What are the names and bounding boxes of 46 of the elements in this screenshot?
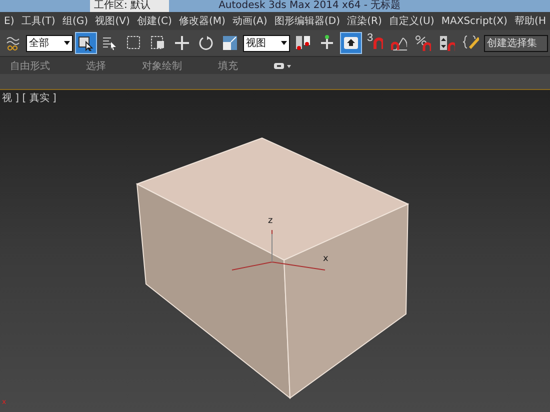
- percent-magnet-icon: [415, 35, 431, 51]
- menu-item[interactable]: 创建(C): [137, 14, 172, 28]
- angle-magnet-icon: [391, 35, 407, 51]
- menu-item[interactable]: 图形编辑器(D): [274, 14, 340, 28]
- ribbon-tab[interactable]: 填充: [218, 58, 238, 72]
- axis-label: x: [323, 255, 328, 264]
- menu-item[interactable]: 修改器(M): [179, 14, 226, 28]
- viewport-label[interactable]: 视 ] [ 真实 ]: [2, 91, 56, 105]
- menu-item[interactable]: 渲染(R): [347, 14, 382, 28]
- scale-icon: [222, 35, 238, 51]
- named-selection-field[interactable]: 创建选择集: [484, 34, 548, 52]
- dropdown[interactable]: 视图: [243, 34, 290, 52]
- axis-constraint-icon: [319, 35, 335, 51]
- toolbar-button[interactable]: [340, 32, 362, 54]
- window-crossing-icon: [150, 35, 166, 51]
- chain-icon: [5, 35, 21, 51]
- menu-item[interactable]: 帮助(H: [514, 14, 546, 28]
- dashed-rectangle-icon: [126, 35, 142, 51]
- ribbon-tab[interactable]: 自由形式: [10, 58, 50, 72]
- spinner-magnet-icon: [439, 35, 455, 51]
- ribbon-tab[interactable]: 选择: [86, 58, 106, 72]
- pivot-icon: [295, 35, 311, 51]
- menu-item[interactable]: 视图(V): [95, 14, 130, 28]
- menu-item[interactable]: 自定义(U): [389, 14, 434, 28]
- snap-button[interactable]: 3: [364, 32, 386, 54]
- menu-item[interactable]: MAXScript(X): [441, 16, 508, 26]
- dropdown[interactable]: 全部: [26, 34, 73, 52]
- select-cursor-icon: [78, 35, 94, 51]
- move-icon: [174, 35, 190, 51]
- axis-label: z: [268, 217, 273, 226]
- rotate-icon: [198, 35, 214, 51]
- menu-item[interactable]: 工具(T): [21, 14, 56, 28]
- display-options-icon[interactable]: [274, 62, 292, 70]
- menu-item[interactable]: 组(G): [62, 14, 88, 28]
- workspace-field[interactable]: 工作区: 默认: [90, 0, 169, 12]
- caret-icon: [64, 41, 70, 45]
- caret-icon: [281, 41, 287, 45]
- menu-item[interactable]: 动画(A): [232, 14, 268, 28]
- list-cursor-icon: [102, 35, 118, 51]
- menu-item[interactable]: E): [4, 16, 14, 26]
- magnet-icon: [373, 36, 383, 50]
- ribbon-tab[interactable]: 对象绘制: [142, 58, 182, 72]
- pencil-braces-icon: [463, 35, 479, 51]
- window-title: Autodesk 3ds Max 2014 x64 - 无标题: [218, 0, 401, 12]
- toolbar-button[interactable]: [75, 32, 97, 54]
- manipulate-icon: [343, 35, 359, 51]
